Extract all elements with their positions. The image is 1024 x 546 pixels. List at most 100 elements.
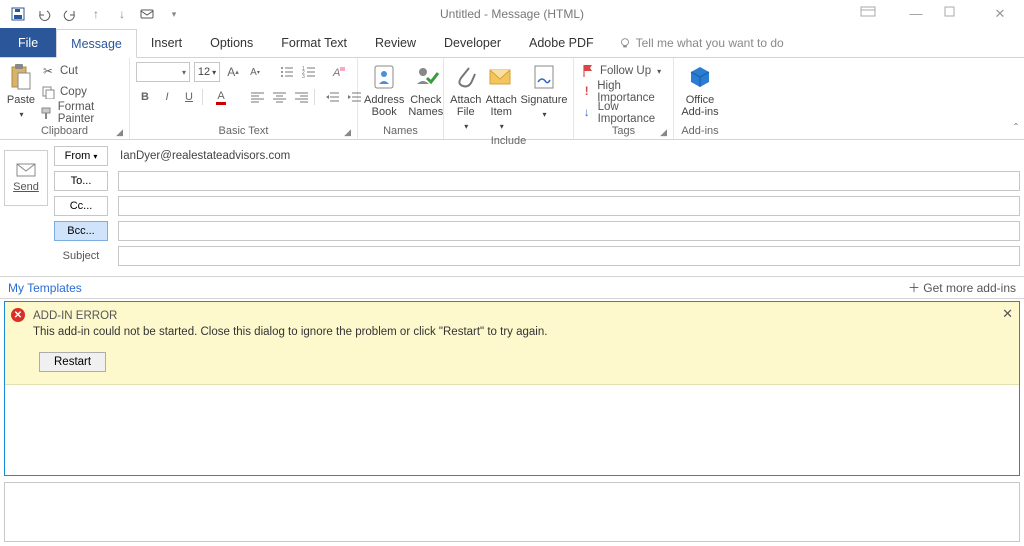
from-button[interactable]: From▾ xyxy=(54,146,108,166)
minimize-icon[interactable]: — xyxy=(902,6,930,22)
bcc-button[interactable]: Bcc... xyxy=(54,221,108,241)
svg-text:A: A xyxy=(332,67,340,79)
lightbulb-icon xyxy=(618,36,632,50)
window-controls: — ✕ xyxy=(860,6,1024,22)
group-label-include: Include xyxy=(450,133,567,149)
dialog-launcher-icon[interactable]: ◢ xyxy=(660,127,667,138)
group-basic-text: ▾ 12▾ A▴ A▾ 123 A B I U A xyxy=(130,58,358,139)
tab-message[interactable]: Message xyxy=(56,29,137,58)
clear-formatting-icon[interactable]: A xyxy=(330,63,348,81)
numbering-icon[interactable]: 123 xyxy=(300,63,318,81)
save-icon[interactable] xyxy=(8,4,28,24)
svg-text:3: 3 xyxy=(302,74,305,78)
group-addins: Office Add-ins Add-ins xyxy=(674,58,726,139)
maximize-icon[interactable] xyxy=(944,6,972,22)
font-name-combo[interactable]: ▾ xyxy=(136,62,190,82)
group-label-names: Names xyxy=(364,123,437,139)
cc-button[interactable]: Cc... xyxy=(54,196,108,216)
qat-customize-icon[interactable]: ▾ xyxy=(164,4,184,24)
check-names-icon xyxy=(411,62,441,92)
align-center-icon[interactable] xyxy=(270,88,288,106)
format-painter-button[interactable]: Format Painter xyxy=(40,104,123,122)
send-button[interactable]: Send xyxy=(4,150,48,206)
tab-format-text[interactable]: Format Text xyxy=(267,28,361,57)
signature-button[interactable]: Signature xyxy=(521,60,567,121)
tab-file[interactable]: File xyxy=(0,28,56,57)
high-importance-button[interactable]: !High Importance xyxy=(580,83,667,101)
title-bar: ↑ ↓ ▾ Untitled - Message (HTML) — ✕ xyxy=(0,0,1024,28)
bcc-input[interactable] xyxy=(118,221,1020,241)
signature-icon xyxy=(529,62,559,92)
subject-label: Subject xyxy=(54,250,108,262)
decrease-indent-icon[interactable] xyxy=(324,88,342,106)
follow-up-button[interactable]: Follow Up▾ xyxy=(580,62,667,80)
high-importance-icon: ! xyxy=(580,84,593,100)
bullets-icon[interactable] xyxy=(278,63,296,81)
cut-button[interactable]: ✂Cut xyxy=(40,62,123,80)
close-icon[interactable]: ✕ xyxy=(986,6,1014,22)
grow-font-icon[interactable]: A▴ xyxy=(224,63,242,81)
redo-icon[interactable] xyxy=(60,4,80,24)
mail-icon[interactable] xyxy=(138,4,158,24)
ribbon: Paste ✂Cut Copy Format Painter Clipboard… xyxy=(0,58,1024,140)
underline-icon[interactable]: U xyxy=(180,88,198,106)
align-right-icon[interactable] xyxy=(292,88,310,106)
address-book-icon xyxy=(369,62,399,92)
italic-icon[interactable]: I xyxy=(158,88,176,106)
paste-icon xyxy=(6,62,36,92)
error-title: ADD-IN ERROR xyxy=(33,310,1009,322)
restart-button[interactable]: Restart xyxy=(39,352,106,372)
group-names: Address Book Check Names Names xyxy=(358,58,444,139)
group-label-tags: Tags◢ xyxy=(580,123,667,139)
font-size-combo[interactable]: 12▾ xyxy=(194,62,220,82)
group-label-clipboard: Clipboard◢ xyxy=(6,123,123,139)
to-input[interactable] xyxy=(118,171,1020,191)
font-color-icon[interactable]: A xyxy=(212,88,230,106)
attach-file-button[interactable]: Attach File xyxy=(450,60,482,133)
get-more-addins-link[interactable]: ＋ Get more add-ins xyxy=(908,279,1016,296)
cc-input[interactable] xyxy=(118,196,1020,216)
my-templates-link[interactable]: My Templates xyxy=(8,281,82,295)
addin-panel: ✕ ✕ ADD-IN ERROR This add-in could not b… xyxy=(4,301,1020,476)
tab-developer[interactable]: Developer xyxy=(430,28,515,57)
address-book-button[interactable]: Address Book xyxy=(364,60,404,118)
attach-item-icon xyxy=(486,62,516,92)
tab-review[interactable]: Review xyxy=(361,28,430,57)
templates-bar: My Templates ＋ Get more add-ins xyxy=(0,277,1024,299)
ribbon-display-icon[interactable] xyxy=(860,6,888,22)
undo-icon[interactable] xyxy=(34,4,54,24)
flag-icon xyxy=(580,63,596,79)
error-message: This add-in could not be started. Close … xyxy=(33,326,1009,338)
group-include: Attach File Attach Item Signature Includ… xyxy=(444,58,574,139)
check-names-button[interactable]: Check Names xyxy=(408,60,443,118)
office-addins-button[interactable]: Office Add-ins xyxy=(680,60,720,118)
message-body[interactable] xyxy=(4,482,1020,542)
addin-panel-body xyxy=(5,385,1019,475)
low-importance-button[interactable]: ↓Low Importance xyxy=(580,104,667,122)
group-tags: Follow Up▾ !High Importance ↓Low Importa… xyxy=(574,58,674,139)
window-title: Untitled - Message (HTML) xyxy=(440,7,584,21)
tell-me-search[interactable]: Tell me what you want to do xyxy=(608,28,784,57)
align-left-icon[interactable] xyxy=(248,88,266,106)
down-arrow-icon[interactable]: ↓ xyxy=(112,4,132,24)
copy-button[interactable]: Copy xyxy=(40,83,123,101)
subject-input[interactable] xyxy=(118,246,1020,266)
up-arrow-icon[interactable]: ↑ xyxy=(86,4,106,24)
collapse-ribbon-icon[interactable]: ˆ xyxy=(1014,121,1018,135)
bold-icon[interactable]: B xyxy=(136,88,154,106)
attach-item-button[interactable]: Attach Item xyxy=(486,60,518,133)
dialog-launcher-icon[interactable]: ◢ xyxy=(116,127,123,138)
dialog-launcher-icon[interactable]: ◢ xyxy=(344,127,351,138)
cut-icon: ✂ xyxy=(40,63,56,79)
paste-button[interactable]: Paste xyxy=(6,60,36,121)
quick-access-toolbar: ↑ ↓ ▾ xyxy=(0,4,184,24)
tab-insert[interactable]: Insert xyxy=(137,28,196,57)
send-icon xyxy=(16,163,36,177)
shrink-font-icon[interactable]: A▾ xyxy=(246,63,264,81)
copy-icon xyxy=(40,84,56,100)
close-icon[interactable]: ✕ xyxy=(1002,306,1013,322)
tab-options[interactable]: Options xyxy=(196,28,267,57)
tab-adobe-pdf[interactable]: Adobe PDF xyxy=(515,28,608,57)
to-button[interactable]: To... xyxy=(54,171,108,191)
compose-header: Send From▾ IanDyer@realestateadvisors.co… xyxy=(0,140,1024,277)
